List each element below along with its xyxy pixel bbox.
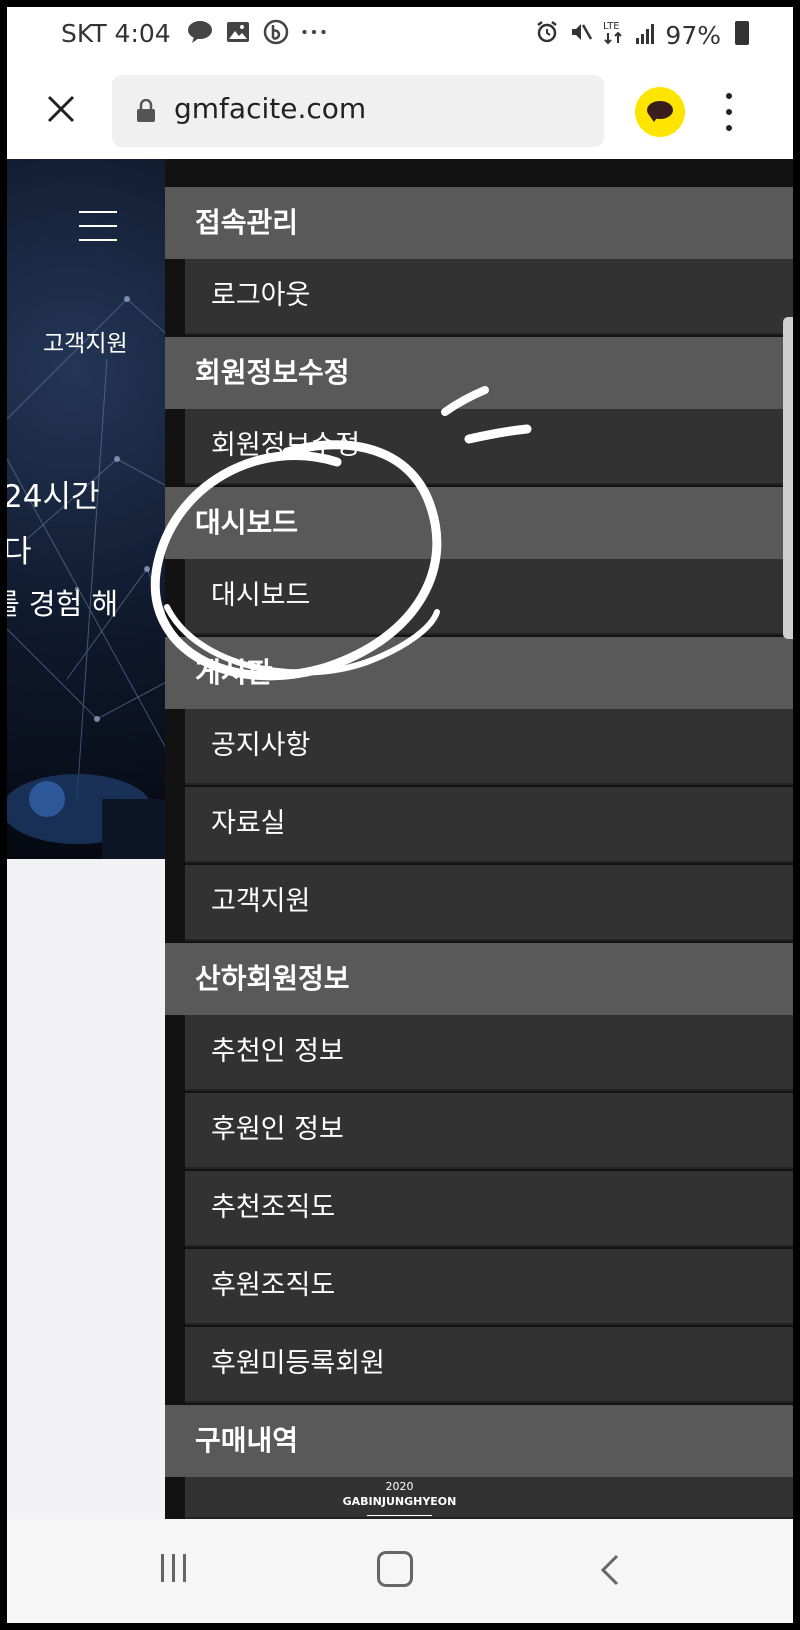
hero-banner: 고객지원 24시간 다 를 경험 해 bbox=[7, 159, 172, 859]
menu-item-recommend-tree[interactable]: 추천조직도 bbox=[185, 1171, 793, 1247]
menu-item-partial[interactable] bbox=[185, 1477, 793, 1519]
menu-item-support[interactable]: 고객지원 bbox=[185, 865, 793, 941]
background-page: 고객지원 24시간 다 를 경험 해 bbox=[7, 159, 172, 1519]
recents-icon[interactable] bbox=[161, 1554, 193, 1584]
menu-item-sponsor-info[interactable]: 후원인 정보 bbox=[185, 1093, 793, 1169]
battery-text: 97% bbox=[665, 20, 721, 50]
signal-icon bbox=[635, 21, 655, 50]
menu-item-member-edit[interactable]: 회원정보수정 bbox=[185, 409, 793, 485]
mute-icon bbox=[569, 20, 593, 50]
section-header-board[interactable]: 게시판 bbox=[165, 637, 793, 709]
kakao-chat-icon[interactable] bbox=[635, 87, 685, 137]
phone-screen: SKT 4:04 LTE 97% gmfacite.com 고객지원 24시간 … bbox=[7, 7, 793, 1623]
system-nav-bar bbox=[7, 1519, 793, 1623]
status-bar: SKT 4:04 LTE 97% bbox=[7, 7, 793, 63]
section-header-downline[interactable]: 산하회원정보 bbox=[165, 943, 793, 1015]
hero-line-2: 다 bbox=[7, 534, 32, 570]
menu-item-notice[interactable]: 공지사항 bbox=[185, 709, 793, 785]
watermark: 2020 GABINJUNGHYEON bbox=[337, 1479, 462, 1516]
overflow-menu-icon[interactable] bbox=[725, 93, 733, 133]
scrollbar[interactable] bbox=[783, 317, 793, 639]
svg-text:LTE: LTE bbox=[603, 21, 620, 32]
support-link[interactable]: 고객지원 bbox=[43, 324, 128, 358]
section-header-member-edit[interactable]: 회원정보수정 bbox=[165, 337, 793, 409]
watermark-year: 2020 bbox=[385, 1480, 414, 1493]
url-text: gmfacite.com bbox=[174, 92, 367, 125]
hero-line-1: 24시간 bbox=[7, 479, 100, 515]
alarm-icon bbox=[535, 20, 559, 50]
hero-line-3: 를 경험 해 bbox=[7, 587, 119, 621]
b-app-icon bbox=[263, 19, 289, 45]
status-right: LTE 97% bbox=[535, 19, 743, 51]
carrier-time: SKT 4:04 bbox=[61, 19, 171, 48]
back-icon[interactable] bbox=[597, 1553, 623, 1591]
menu-item-archive[interactable]: 자료실 bbox=[185, 787, 793, 863]
menu-item-unregistered-sponsor[interactable]: 후원미등록회원 bbox=[185, 1327, 793, 1403]
image-icon bbox=[225, 19, 251, 45]
browser-toolbar: gmfacite.com bbox=[7, 63, 793, 159]
section-header-dashboard[interactable]: 대시보드 bbox=[165, 487, 793, 559]
menu-item-logout[interactable]: 로그아웃 bbox=[185, 259, 793, 335]
section-header-access[interactable]: 접속관리 bbox=[165, 187, 793, 259]
home-icon[interactable] bbox=[377, 1551, 413, 1587]
battery-icon bbox=[735, 21, 749, 45]
url-bar[interactable]: gmfacite.com bbox=[112, 75, 604, 147]
notification-icons bbox=[187, 19, 327, 45]
talk-icon bbox=[187, 19, 213, 45]
menu-item-dashboard[interactable]: 대시보드 bbox=[185, 559, 793, 635]
side-menu: 접속관리 로그아웃 회원정보수정 회원정보수정 대시보드 대시보드 게시판 공지… bbox=[165, 159, 793, 1519]
menu-item-sponsor-tree[interactable]: 후원조직도 bbox=[185, 1249, 793, 1325]
watermark-name: GABINJUNGHYEON bbox=[342, 1495, 457, 1508]
lte-icon: LTE bbox=[603, 19, 625, 51]
hamburger-menu-icon[interactable] bbox=[79, 211, 117, 241]
watermark-divider bbox=[367, 1515, 432, 1516]
menu-item-recommender-info[interactable]: 추천인 정보 bbox=[185, 1015, 793, 1091]
section-header-purchases[interactable]: 구매내역 bbox=[165, 1405, 793, 1477]
more-dots-icon bbox=[301, 19, 327, 45]
close-icon[interactable] bbox=[41, 89, 81, 129]
lock-icon bbox=[136, 98, 156, 123]
